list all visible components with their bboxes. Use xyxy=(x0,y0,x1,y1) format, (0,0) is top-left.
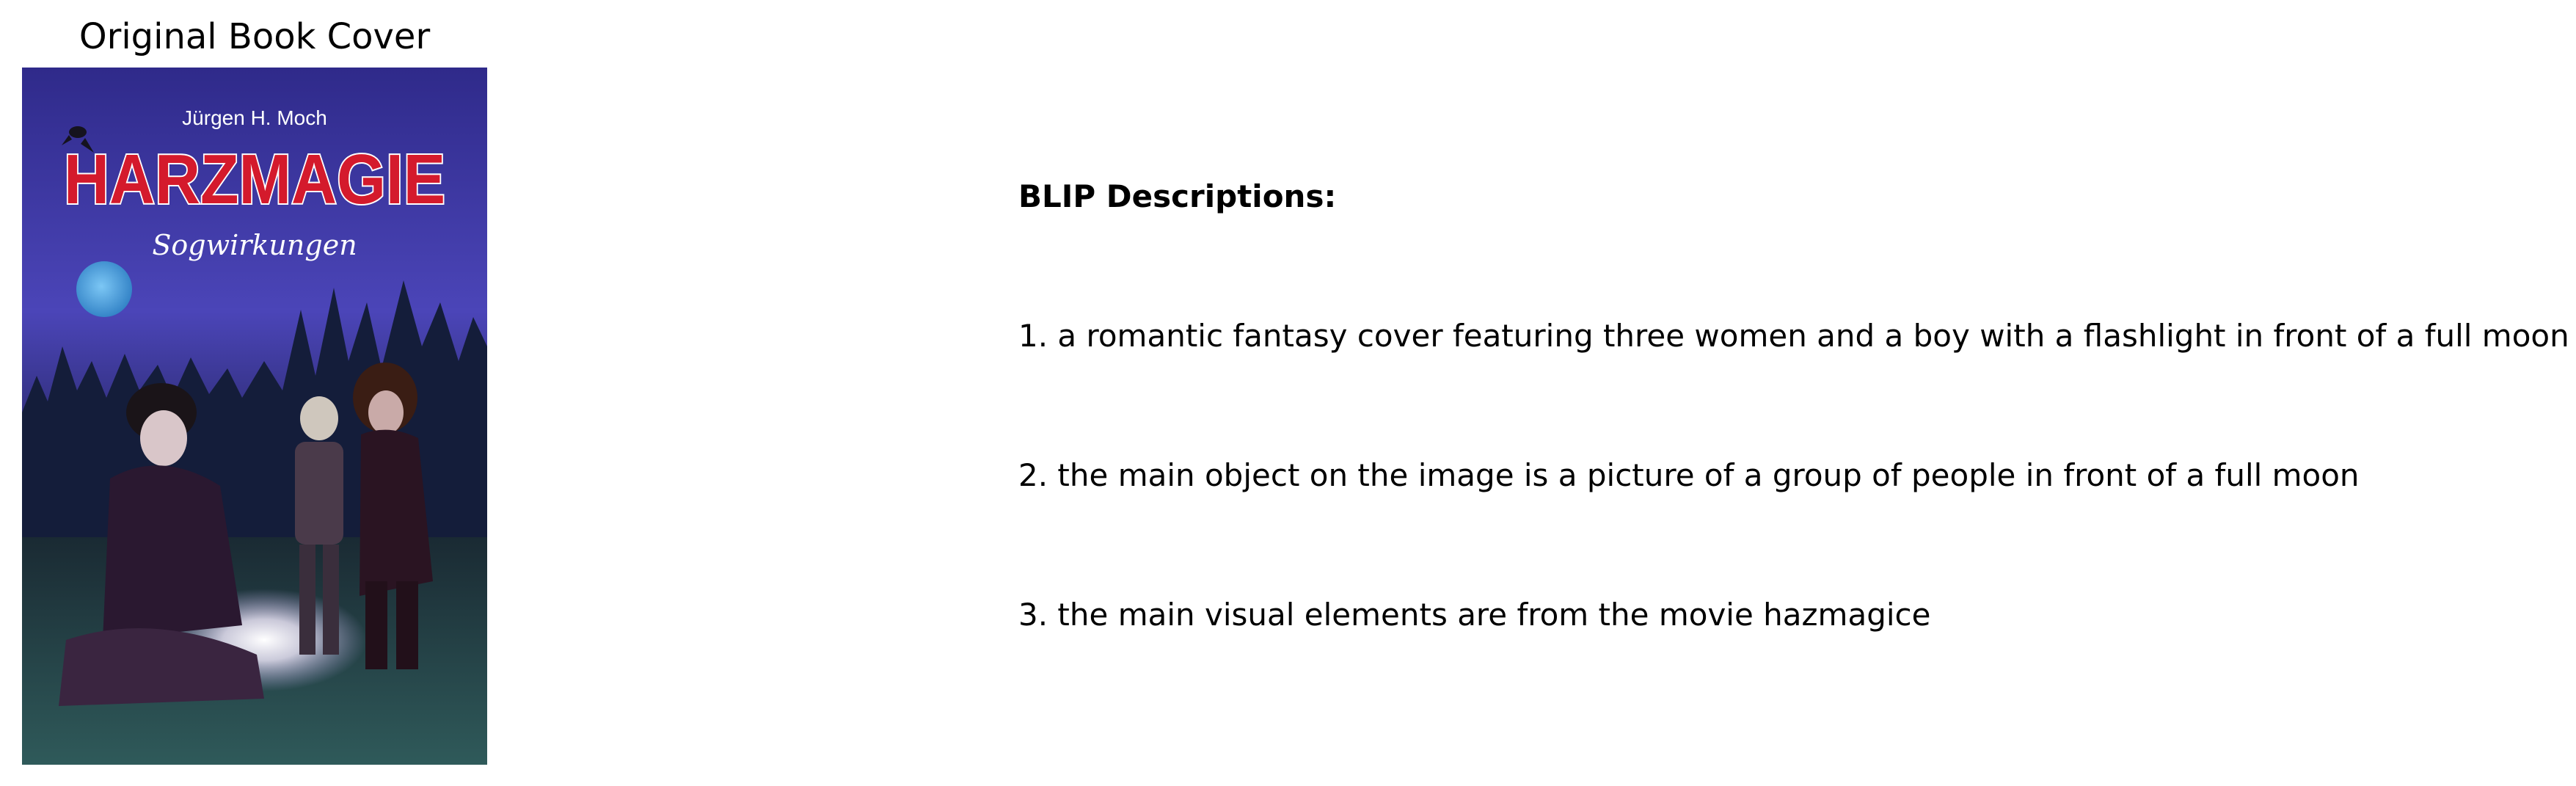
description-item: 3. the main visual elements are from the… xyxy=(1018,597,1931,633)
cover-author: Jürgen H. Moch xyxy=(182,106,327,129)
cover-panel-title: Original Book Cover xyxy=(79,16,431,57)
cover-title: HARZMAGIE xyxy=(64,140,445,219)
book-cover-image: Jürgen H. Moch HARZMAGIE Sogwirkungen xyxy=(22,68,487,765)
descriptions-heading: BLIP Descriptions: xyxy=(1018,178,1337,214)
cover-subtitle: Sogwirkungen xyxy=(152,229,357,261)
book-cover-art: Jürgen H. Moch HARZMAGIE Sogwirkungen xyxy=(22,68,487,765)
description-item: 2. the main object on the image is a pic… xyxy=(1018,457,2360,493)
full-moon xyxy=(76,261,132,317)
description-item: 1. a romantic fantasy cover featuring th… xyxy=(1018,318,2569,354)
